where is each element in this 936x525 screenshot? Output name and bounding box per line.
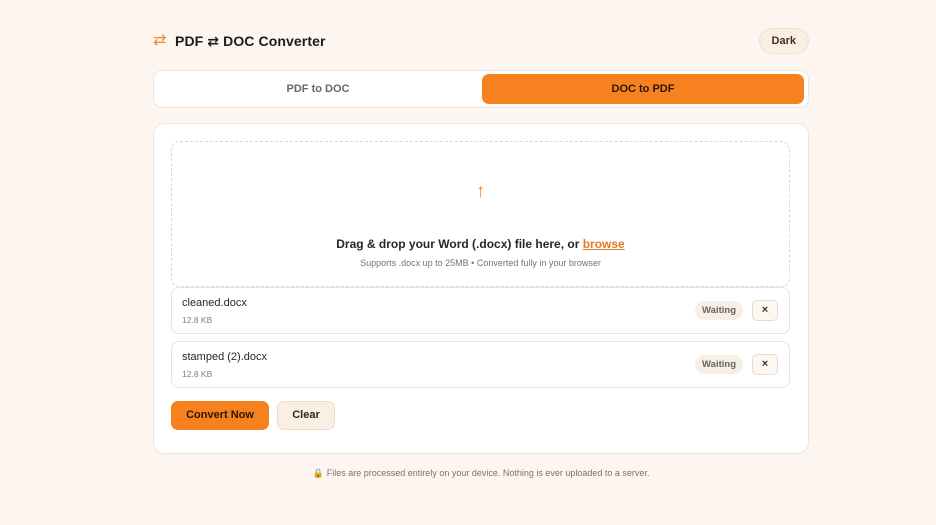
mode-tabs: PDF to DOC DOC to PDF (153, 70, 809, 108)
file-size: 12.8 KB (182, 315, 213, 325)
file-item: stamped (2).docx 12.8 KB Waiting × (171, 341, 790, 388)
remove-file-button[interactable]: × (752, 354, 778, 375)
app-title: PDF ⇄ DOC Converter (175, 32, 326, 49)
browse-link[interactable]: browse (583, 237, 625, 251)
swap-arrows-icon: ⇄ (153, 32, 167, 49)
file-dropzone[interactable]: ↑ Drag & drop your Word (.docx) file her… (171, 141, 790, 287)
status-badge: Waiting (695, 301, 743, 320)
file-size: 12.8 KB (182, 369, 213, 379)
brand: ⇄ PDF ⇄ DOC Converter (153, 26, 326, 56)
converter-card: ↑ Drag & drop your Word (.docx) file her… (153, 123, 809, 454)
tab-pdf-to-doc[interactable]: PDF to DOC (157, 74, 479, 104)
lock-icon: 🔒 (312, 468, 324, 478)
convert-now-button[interactable]: Convert Now (171, 401, 269, 430)
file-name: stamped (2).docx (182, 351, 267, 363)
dark-mode-toggle[interactable]: Dark (758, 28, 809, 54)
clear-button[interactable]: Clear (277, 401, 335, 430)
remove-file-button[interactable]: × (752, 300, 778, 321)
footer-text: Files are processed entirely on your dev… (326, 468, 650, 478)
file-item: cleaned.docx 12.8 KB Waiting × (171, 287, 790, 334)
header: ⇄ PDF ⇄ DOC Converter Dark (153, 26, 809, 56)
tab-doc-to-pdf[interactable]: DOC to PDF (482, 74, 804, 104)
upload-arrow-icon: ↑ (475, 181, 486, 202)
privacy-footer: 🔒 Files are processed entirely on your de… (153, 468, 809, 479)
file-name: cleaned.docx (182, 297, 247, 309)
dropzone-title: Drag & drop your Word (.docx) file here,… (336, 237, 625, 251)
dropzone-subtitle: Supports .docx up to 25MB • Converted fu… (360, 258, 601, 268)
status-badge: Waiting (695, 355, 743, 374)
